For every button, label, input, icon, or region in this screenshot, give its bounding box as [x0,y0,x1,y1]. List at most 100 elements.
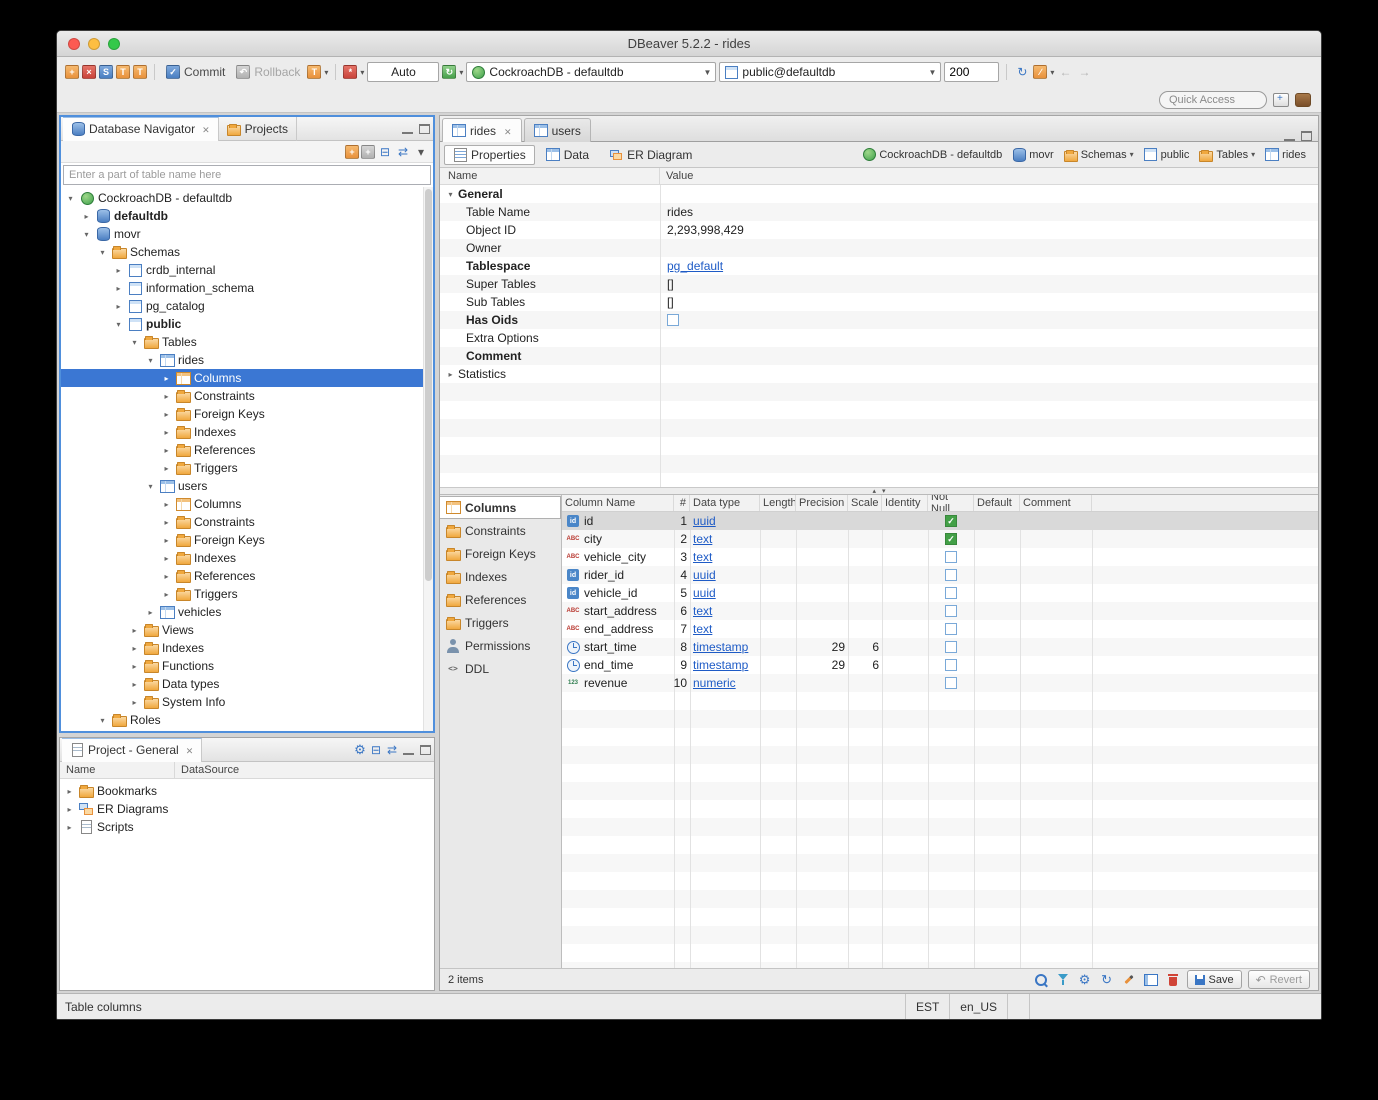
new-folder-icon[interactable] [361,145,375,159]
tree-expand-arrow[interactable] [129,644,140,653]
not-null-checkbox[interactable] [945,641,957,653]
tree-item-columns[interactable]: Columns [61,369,433,387]
fetch-size-input[interactable] [944,62,999,82]
sql-editor-icon[interactable] [99,65,113,79]
tab-database-navigator[interactable]: Database Navigator [63,117,219,141]
project-settings-icon[interactable] [352,742,368,758]
breadcrumb-item-cockroachdb-defaultdb[interactable]: CockroachDB - defaultdb [858,147,1006,163]
min-view-icon[interactable] [402,124,413,134]
tree-expand-arrow[interactable] [161,446,172,455]
collapse-all-icon[interactable] [368,743,384,757]
tab-projects[interactable]: Projects [219,117,297,141]
grid-header-not-null[interactable]: Not Null [928,495,974,511]
chevron-down-icon[interactable]: ▼ [700,68,712,77]
view-menu-icon[interactable] [413,145,429,159]
property-row-has-oids[interactable]: Has Oids [440,311,1318,329]
tree-item-constraints[interactable]: Constraints [61,513,433,531]
detail-tab-constraints[interactable]: Constraints [440,519,561,542]
commit-button[interactable]: Commit [162,61,229,83]
tree-expand-arrow[interactable] [129,680,140,689]
property-value[interactable]: rides [660,205,1318,219]
property-row-table-name[interactable]: Table Namerides [440,203,1318,221]
tree-expand-arrow[interactable] [129,626,140,635]
grid-header-default[interactable]: Default [974,495,1020,511]
properties-name-header[interactable]: Name [440,168,660,184]
chevron-down-icon[interactable]: ▾ [459,68,463,77]
transaction-mode-combo[interactable]: Auto [367,62,439,82]
transaction-monitor-icon[interactable] [343,65,357,79]
data-type-link[interactable]: text [693,622,712,636]
tree-item-tables[interactable]: Tables [61,333,433,351]
not-null-checkbox[interactable] [945,533,957,545]
grid-header-[interactable]: # [674,495,690,511]
property-value[interactable]: [] [660,277,1318,291]
tree-scrollbar[interactable] [423,187,433,731]
revert-button[interactable]: Revert [1248,970,1310,989]
detail-tab-triggers[interactable]: Triggers [440,611,561,634]
new-connection-icon[interactable] [65,65,79,79]
tab-project-general[interactable]: Project - General [62,738,202,762]
property-value[interactable]: 2,293,998,429 [660,223,1318,237]
chevron-down-icon[interactable]: ▾ [324,68,328,77]
max-view-icon[interactable] [419,124,430,134]
max-view-icon[interactable] [420,745,431,755]
find-icon[interactable] [1033,972,1049,988]
tree-item-columns[interactable]: Columns [61,495,433,513]
link-with-editor-icon[interactable] [395,145,411,159]
filter-icon[interactable] [1055,972,1071,988]
project-item-scripts[interactable]: Scripts [60,818,434,836]
not-null-checkbox[interactable] [945,551,957,563]
tree-item-triggers[interactable]: Triggers [61,585,433,603]
breadcrumb-item-schemas[interactable]: Schemas▾ [1060,147,1138,163]
property-row-general[interactable]: General [440,185,1318,203]
property-row-super-tables[interactable]: Super Tables[] [440,275,1318,293]
tree-expand-arrow[interactable] [161,572,172,581]
data-type-link[interactable]: text [693,550,712,564]
zoom-window-button[interactable] [108,38,120,50]
editor-tab-users[interactable]: users [524,118,591,142]
connect-icon[interactable] [345,145,359,159]
detail-tab-references[interactable]: References [440,588,561,611]
data-type-link[interactable]: text [693,604,712,618]
column-row-revenue[interactable]: revenue10numeric [562,674,1318,692]
chevron-down-icon[interactable]: ▼ [925,68,937,77]
grid-header-scale[interactable]: Scale [848,495,882,511]
tree-item-references[interactable]: References [61,441,433,459]
grid-header-identity[interactable]: Identity [882,495,928,511]
not-null-checkbox[interactable] [945,677,957,689]
tree-item-constraints[interactable]: Constraints [61,387,433,405]
tree-item-system-info[interactable]: System Info [61,693,433,711]
tree-item-defaultdb[interactable]: defaultdb [61,207,433,225]
tree-collapse-arrow[interactable] [129,338,140,347]
close-tab-icon[interactable] [500,124,512,138]
tree-collapse-arrow[interactable] [113,320,124,329]
column-row-start-time[interactable]: start_time8timestamp296 [562,638,1318,656]
tree-expand-arrow[interactable] [113,284,124,293]
tab-data[interactable]: Data [537,145,598,165]
max-editor-icon[interactable] [1301,131,1312,141]
tree-expand-arrow[interactable] [113,266,124,275]
data-type-link[interactable]: uuid [693,586,716,600]
tab-er-diagram[interactable]: ER Diagram [600,145,701,165]
column-row-city[interactable]: city2text [562,530,1318,548]
sql-format-icon[interactable] [1033,65,1047,79]
tablespace-link[interactable]: pg_default [667,259,723,273]
column-row-vehicle-city[interactable]: vehicle_city3text [562,548,1318,566]
grid-header-column-name[interactable]: Column Name [562,495,674,511]
delete-icon[interactable] [1165,972,1181,988]
tree-expand-arrow[interactable] [81,212,92,221]
back-icon[interactable] [1057,65,1073,79]
disconnect-icon[interactable] [82,65,96,79]
data-type-link[interactable]: uuid [693,514,716,528]
tree-collapse-arrow[interactable] [65,194,76,203]
tree-item-vehicles[interactable]: vehicles [61,603,433,621]
project-item-er-diagrams[interactable]: ER Diagrams [60,800,434,818]
detail-tab-permissions[interactable]: Permissions [440,634,561,657]
min-editor-icon[interactable] [1284,131,1295,141]
tree-item-crdb-internal[interactable]: crdb_internal [61,261,433,279]
tree-expand-arrow[interactable] [161,428,172,437]
tree-expand-arrow[interactable] [129,698,140,707]
open-perspective-icon[interactable] [1273,93,1289,107]
rollback-button[interactable]: Rollback [232,61,304,83]
tree-expand-arrow[interactable] [161,374,172,383]
